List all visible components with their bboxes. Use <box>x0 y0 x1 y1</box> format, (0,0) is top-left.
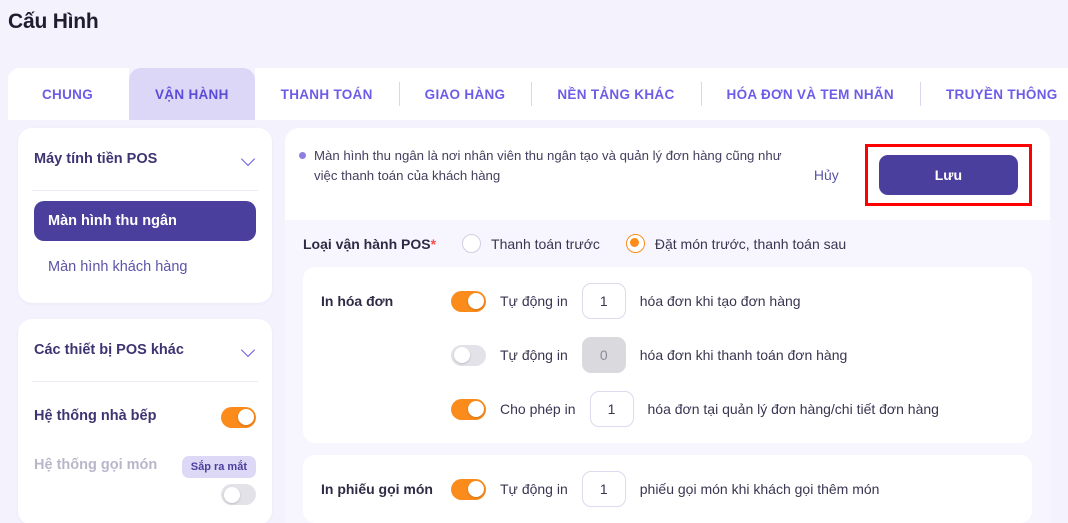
sidebar-group-title: Máy tính tiền POS <box>34 151 158 167</box>
card-row: Tự động in hóa đơn khi thanh toán đơn hà… <box>321 337 1014 373</box>
tab-hoa-don-va-tem-nhan[interactable]: HÓA ĐƠN VÀ TEM NHÃN <box>700 68 920 120</box>
required-mark: * <box>430 235 437 252</box>
allow-print-toggle[interactable] <box>451 398 486 420</box>
row-tail-text: hóa đơn khi tạo đơn hàng <box>639 293 801 309</box>
tab-label: CHUNG <box>42 86 93 102</box>
card-title: In phiếu gọi món <box>321 481 433 497</box>
device-label: Hệ thống gọi món <box>34 457 158 473</box>
tab-nen-tang-khac[interactable]: NỀN TẢNG KHÁC <box>531 68 701 120</box>
toggle-label: Cho phép in <box>500 401 576 417</box>
row-tail-text: hóa đơn tại quản lý đơn hàng/chi tiết đơ… <box>647 401 939 417</box>
sidebar-group-header[interactable]: Các thiết bị POS khác <box>34 319 256 381</box>
operation-type-label: Loại vận hành POS* <box>303 235 437 252</box>
device-row-ordering-system: Hệ thống gọi món Sắp ra mắt <box>34 452 256 509</box>
order-slip-count-input[interactable] <box>581 471 626 507</box>
bullet-icon <box>299 152 306 159</box>
coming-soon-badge: Sắp ra mắt <box>181 456 256 478</box>
sidebar-group-header[interactable]: Máy tính tiền POS <box>34 128 256 190</box>
row-tail-text: phiếu gọi món khi khách gọi thêm món <box>639 481 880 497</box>
card-in-phieu-goi-mon: In phiếu gọi món Tự động in phiếu gọi mó… <box>303 455 1032 523</box>
sidebar-item-label: Màn hình thu ngân <box>48 213 177 229</box>
auto-print-order-slip-toggle[interactable] <box>451 478 486 500</box>
chevron-down-icon[interactable] <box>242 343 256 357</box>
device-row-kitchen-system: Hệ thống nhà bếp <box>34 394 256 440</box>
tab-chung[interactable]: CHUNG <box>8 68 129 120</box>
card-in-hoa-don: In hóa đơn Tự động in hóa đơn khi tạo đơ… <box>303 267 1032 443</box>
sidebar-item-man-hinh-thu-ngan[interactable]: Màn hình thu ngân <box>34 201 256 241</box>
invoice-count-on-payment-input <box>581 337 626 373</box>
save-button[interactable]: Lưu <box>878 155 1018 195</box>
kitchen-system-toggle[interactable] <box>221 406 256 428</box>
tab-bar: CHUNG VẬN HÀNH THANH TOÁN GIAO HÀNG NỀN … <box>8 68 1068 120</box>
toggle-label: Tự động in <box>500 293 568 309</box>
radio-circle-selected-icon[interactable] <box>625 234 645 253</box>
tab-label: THANH TOÁN <box>280 86 373 102</box>
settings-cards: In hóa đơn Tự động in hóa đơn khi tạo đơ… <box>285 267 1050 523</box>
tab-label: GIAO HÀNG <box>424 86 506 102</box>
panel-description: Màn hình thu ngân là nơi nhân viên thu n… <box>299 144 800 186</box>
sidebar-group-title: Các thiết bị POS khác <box>34 342 184 358</box>
sidebar-item-label: Màn hình khách hàng <box>48 259 188 275</box>
sidebar-item-man-hinh-khach-hang[interactable]: Màn hình khách hàng <box>34 247 256 287</box>
operation-type-row: Loại vận hành POS* Thanh toán trước Đặt … <box>285 220 1050 267</box>
invoice-count-on-create-input[interactable] <box>581 283 626 319</box>
card-title: In hóa đơn <box>321 293 394 309</box>
toggle-label: Tự động in <box>500 347 568 363</box>
chevron-down-icon[interactable] <box>242 152 256 166</box>
tab-giao-hang[interactable]: GIAO HÀNG <box>398 68 532 120</box>
panel-description-text: Màn hình thu ngân là nơi nhân viên thu n… <box>314 148 782 183</box>
main-header: Màn hình thu ngân là nơi nhân viên thu n… <box>285 128 1050 220</box>
tab-label: TRUYỀN THÔNG <box>945 86 1058 102</box>
config-page: Cấu Hình CHUNG VẬN HÀNH THANH TOÁN GIAO … <box>0 0 1068 523</box>
tab-van-hanh[interactable]: VẬN HÀNH <box>129 68 255 120</box>
tab-truyen-thong[interactable]: TRUYỀN THÔNG <box>919 68 1068 120</box>
cancel-button[interactable]: Hủy <box>800 159 853 191</box>
radio-option-thanh-toan-truoc[interactable]: Thanh toán trước <box>462 234 600 253</box>
card-row: In hóa đơn Tự động in hóa đơn khi tạo đơ… <box>321 283 1014 319</box>
tab-label: HÓA ĐƠN VÀ TEM NHÃN <box>726 86 894 102</box>
header-actions: Hủy Lưu <box>800 144 1032 206</box>
tab-label: NỀN TẢNG KHÁC <box>557 86 675 102</box>
card-row: Cho phép in hóa đơn tại quản lý đơn hàng… <box>321 391 1014 427</box>
save-button-highlight: Lưu <box>864 144 1032 206</box>
radio-circle-icon[interactable] <box>462 234 482 253</box>
sidebar-group-other-pos-devices: Các thiết bị POS khác Hệ thống nhà bếp H… <box>18 319 272 523</box>
auto-print-on-create-toggle[interactable] <box>451 290 486 312</box>
toggle-label: Tự động in <box>500 481 568 497</box>
ordering-system-toggle[interactable] <box>221 484 256 505</box>
device-label: Hệ thống nhà bếp <box>34 408 157 425</box>
device-list: Hệ thống nhà bếp Hệ thống gọi món Sắp ra… <box>34 382 256 523</box>
sidebar: Máy tính tiền POS Màn hình thu ngân Màn … <box>18 128 272 523</box>
radio-option-dat-mon-truoc[interactable]: Đặt món trước, thanh toán sau <box>625 234 847 253</box>
tab-thanh-toan[interactable]: THANH TOÁN <box>254 68 399 120</box>
device-right: Sắp ra mắt <box>181 456 256 505</box>
tab-label: VẬN HÀNH <box>155 86 229 102</box>
radio-option-label: Thanh toán trước <box>491 235 600 252</box>
sidebar-group-pos-terminal: Máy tính tiền POS Màn hình thu ngân Màn … <box>18 128 272 303</box>
page-title: Cấu Hình <box>8 10 99 33</box>
radio-option-label: Đặt món trước, thanh toán sau <box>654 235 847 252</box>
main-panel: Màn hình thu ngân là nơi nhân viên thu n… <box>285 128 1050 523</box>
allow-print-count-input[interactable] <box>589 391 634 427</box>
row-tail-text: hóa đơn khi thanh toán đơn hàng <box>639 347 848 363</box>
auto-print-on-payment-toggle[interactable] <box>451 344 486 366</box>
card-row: In phiếu gọi món Tự động in phiếu gọi mó… <box>321 471 1014 507</box>
sidebar-group-items: Màn hình thu ngân Màn hình khách hàng <box>34 191 256 303</box>
